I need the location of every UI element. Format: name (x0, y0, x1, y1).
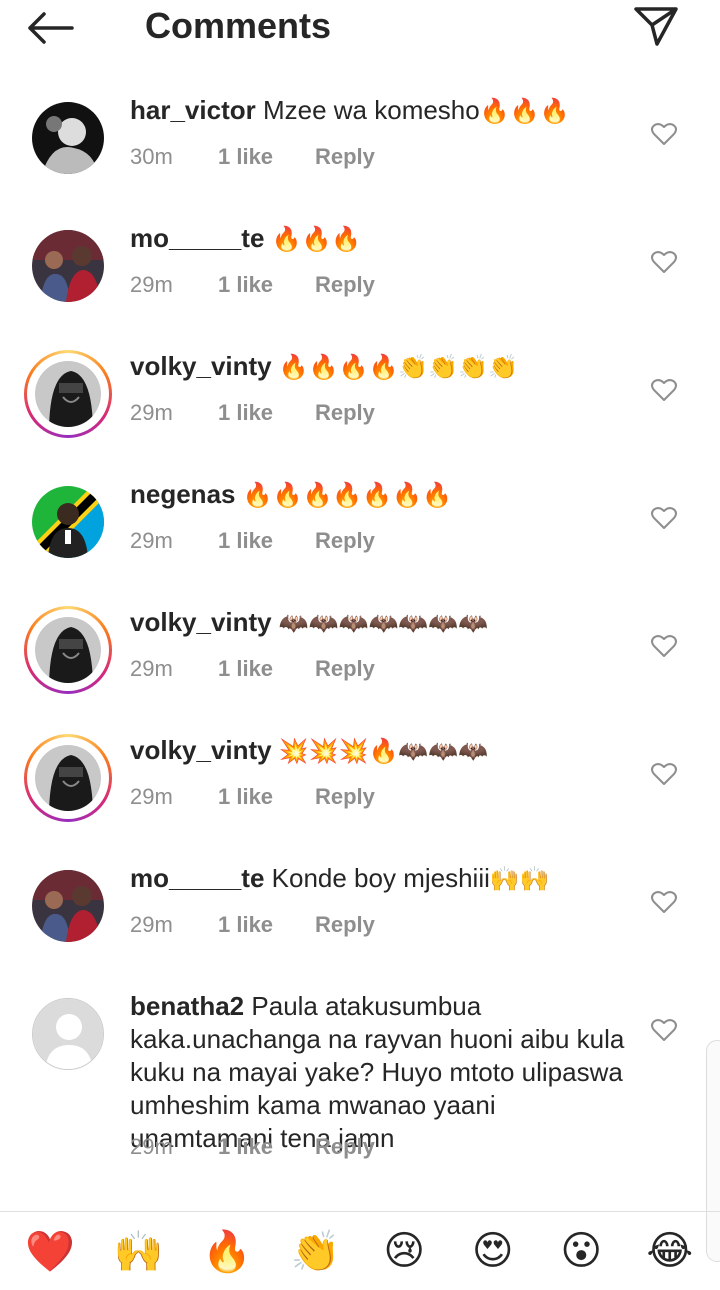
comment-likes[interactable]: 1 like (218, 528, 273, 554)
heart-outline-icon (651, 635, 677, 657)
comment-username[interactable]: volky_vinty (130, 351, 272, 381)
avatar-image (32, 870, 104, 942)
quick-reaction-2[interactable]: 🔥 (195, 1219, 259, 1283)
reply-button[interactable]: Reply (315, 528, 375, 554)
reply-button[interactable]: Reply (315, 656, 375, 682)
quick-reaction-7[interactable]: 😂 (638, 1219, 702, 1283)
like-comment-button[interactable] (650, 504, 678, 532)
comment-username[interactable]: mo_____te (130, 863, 264, 893)
quick-reaction-6[interactable]: 😮 (549, 1219, 613, 1283)
comment-likes[interactable]: 1 like (218, 912, 273, 938)
avatar-image (32, 230, 104, 302)
quick-reaction-bar: ❤️ 🙌 🔥 👏 😢 😍 😮 😂 (0, 1212, 720, 1290)
like-comment-button[interactable] (650, 376, 678, 404)
comment-emojis: 🔥🔥🔥 (271, 225, 362, 253)
comment-emojis: 🔥🔥🔥🔥🔥🔥🔥 (242, 481, 452, 509)
avatar[interactable] (24, 606, 112, 694)
comment-emojis: 🙌🙌 (489, 865, 550, 893)
reply-button[interactable]: Reply (315, 400, 375, 426)
comment-emojis: 🔥🔥🔥🔥👏👏👏👏 (278, 353, 518, 381)
avatar-image (35, 361, 101, 427)
comment-likes[interactable]: 1 like (218, 1134, 273, 1160)
comment-likes[interactable]: 1 like (218, 144, 273, 170)
heart-outline-icon (651, 891, 677, 913)
heart-outline-icon (651, 1019, 677, 1041)
quick-reaction-3[interactable]: 👏 (284, 1219, 348, 1283)
like-comment-button[interactable] (650, 888, 678, 916)
comment-text: negenas 🔥🔥🔥🔥🔥🔥🔥 (130, 478, 630, 512)
avatar-image (35, 617, 101, 683)
avatar[interactable] (24, 862, 112, 950)
avatar[interactable] (24, 350, 112, 438)
like-comment-button[interactable] (650, 1016, 678, 1044)
avatar-image (32, 998, 104, 1070)
comment-username[interactable]: benatha2 (130, 991, 244, 1021)
comment-text: volky_vinty 🔥🔥🔥🔥👏👏👏👏 (130, 350, 630, 384)
comment-emojis: 🦇🦇🦇🦇🦇🦇🦇 (278, 609, 489, 637)
comment-username[interactable]: negenas (130, 479, 236, 509)
comment-text: mo_____te 🔥🔥🔥 (130, 222, 630, 256)
comment-text: mo_____te Konde boy mjeshiii🙌🙌 (130, 862, 630, 896)
comment-likes[interactable]: 1 like (218, 272, 273, 298)
page-title: Comments (145, 5, 332, 46)
comment-time: 29m (130, 656, 173, 681)
comment-emojis: 💥💥💥🔥🦇🦇🦇 (278, 737, 489, 765)
like-comment-button[interactable] (650, 248, 678, 276)
comment-text: volky_vinty 🦇🦇🦇🦇🦇🦇🦇 (130, 606, 630, 640)
heart-outline-icon (651, 123, 677, 145)
comment-text: benatha2 Paula atakusumbua kaka.unachang… (130, 990, 630, 1156)
comment-text: har_victor Mzee wa komesho🔥🔥🔥 (130, 94, 630, 128)
comment-time: 29m (130, 400, 173, 425)
heart-outline-icon (651, 507, 677, 529)
comment-text: volky_vinty 💥💥💥🔥🦇🦇🦇 (130, 734, 630, 768)
quick-reaction-0[interactable]: ❤️ (18, 1219, 82, 1283)
arrow-left-icon (28, 12, 74, 44)
comment-message: Konde boy mjeshiii (271, 863, 490, 893)
avatar[interactable] (24, 478, 112, 566)
avatar-image (32, 102, 104, 174)
reply-button[interactable]: Reply (315, 784, 375, 810)
reply-button[interactable]: Reply (315, 912, 375, 938)
comment-username[interactable]: volky_vinty (130, 735, 272, 765)
comment-time: 29m (130, 784, 173, 809)
comment-username[interactable]: mo_____te (130, 223, 264, 253)
reply-button[interactable]: Reply (315, 144, 375, 170)
heart-outline-icon (651, 379, 677, 401)
avatar-image (35, 745, 101, 811)
header: Comments (0, 0, 720, 60)
avatar[interactable] (24, 734, 112, 822)
comment-message: Mzee wa komesho (262, 95, 480, 125)
quick-reaction-4[interactable]: 😢 (372, 1219, 436, 1283)
comment-likes[interactable]: 1 like (218, 400, 273, 426)
like-comment-button[interactable] (650, 120, 678, 148)
comment-emojis: 🔥🔥🔥 (479, 97, 570, 125)
comment-time: 29m (130, 912, 173, 937)
comment-time: 29m (130, 272, 173, 297)
avatar[interactable] (24, 94, 112, 182)
comment-likes[interactable]: 1 like (218, 784, 273, 810)
avatar-image (32, 486, 104, 558)
quick-reaction-5[interactable]: 😍 (461, 1219, 525, 1283)
heart-outline-icon (651, 251, 677, 273)
share-button[interactable] (628, 2, 684, 50)
comment-username[interactable]: volky_vinty (130, 607, 272, 637)
quick-reaction-1[interactable]: 🙌 (107, 1219, 171, 1283)
reply-button[interactable]: Reply (315, 272, 375, 298)
like-comment-button[interactable] (650, 760, 678, 788)
avatar[interactable] (24, 222, 112, 310)
back-button[interactable] (26, 6, 86, 50)
reply-button[interactable]: Reply (315, 1134, 375, 1160)
comment-likes[interactable]: 1 like (218, 656, 273, 682)
avatar[interactable] (24, 990, 112, 1078)
paper-plane-icon (634, 7, 678, 46)
like-comment-button[interactable] (650, 632, 678, 660)
comment-username[interactable]: har_victor (130, 95, 256, 125)
heart-outline-icon (651, 763, 677, 785)
comment-time: 29m (130, 1134, 173, 1159)
comment-time: 29m (130, 528, 173, 553)
comment-time: 30m (130, 144, 173, 169)
